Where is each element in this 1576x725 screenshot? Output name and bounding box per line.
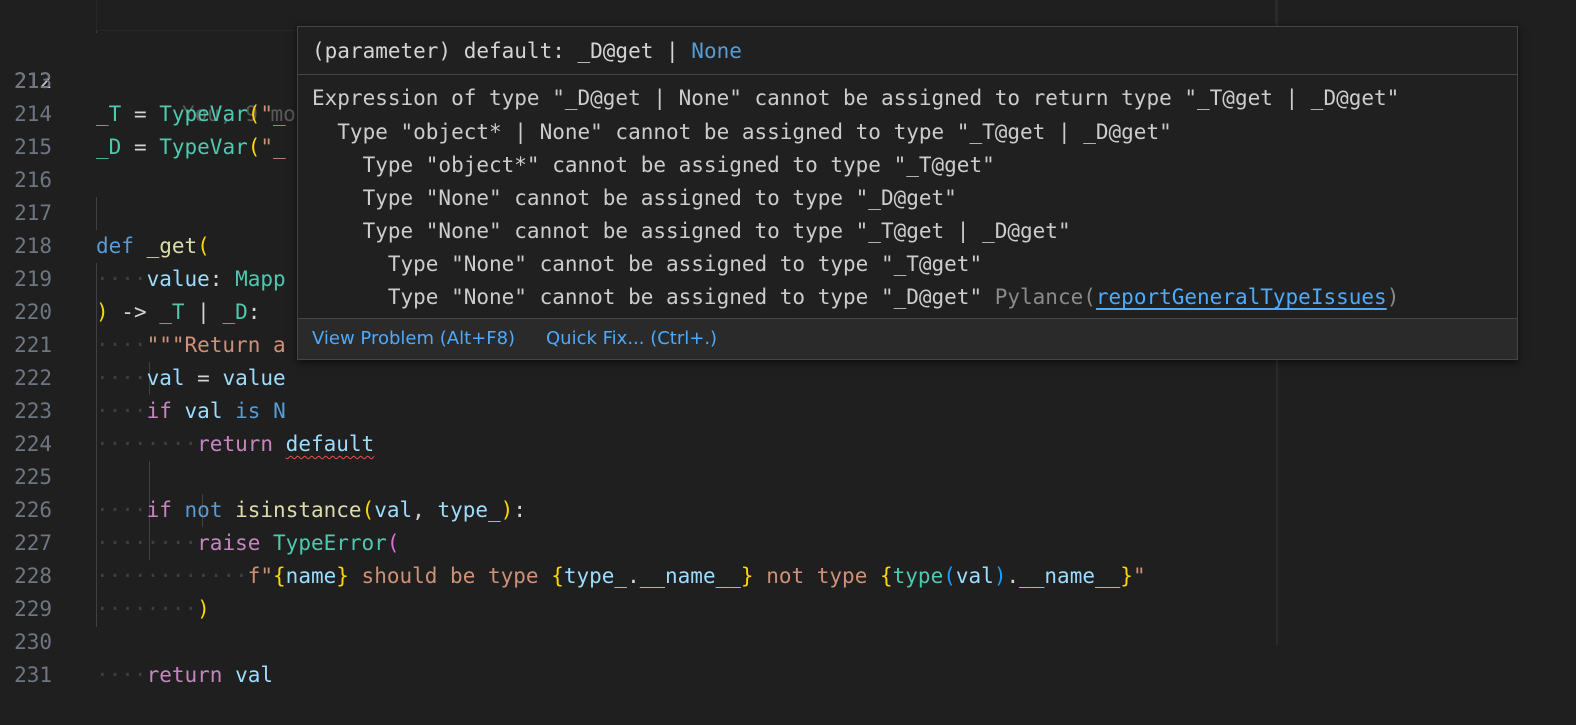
diagnostic-source: Pylance( [982,285,1096,309]
diagnostic-code-link[interactable]: reportGeneralTypeIssues [1096,285,1387,309]
line-number: 231 [14,663,52,687]
code-line[interactable]: 229 [0,560,1576,621]
diagnostic-message: Type "object*" cannot be assigned to typ… [312,153,995,177]
quick-fix-link[interactable]: Quick Fix... (Ctrl+.) [546,319,717,359]
code-text: ····return val [96,663,274,687]
hover-separator [298,74,1517,75]
diagnostic-message: Type "None" cannot be assigned to type "… [312,285,1400,309]
diagnostic-message: Type "None" cannot be assigned to type "… [312,219,1071,243]
code-line[interactable]: 223 ········return default [0,362,1576,456]
code-line[interactable]: 231 [0,626,1576,687]
diagnostic-message: Type "None" cannot be assigned to type "… [312,252,983,276]
code-line[interactable]: 226 ········raise TypeError( [0,461,1576,555]
view-problem-link[interactable]: View Problem (Alt+F8) [312,319,515,359]
code-line[interactable]: 225 ····if not isinstance(val, type_): [0,428,1576,522]
code-line[interactable]: 224 [0,395,1576,456]
diagnostic-message: Type "object* | None" cannot be assigned… [312,120,1172,144]
diagnostic-message: Expression of type "_D@get | None" canno… [312,86,1400,110]
hover-tooltip[interactable]: (parameter) default: _D@get | None Expre… [297,26,1518,360]
code-line[interactable]: 227 ············f"{name} should be type … [0,494,1576,588]
code-line[interactable]: 228 ········) [0,527,1576,621]
hover-actions-bar: View Problem (Alt+F8) Quick Fix... (Ctrl… [298,318,1517,359]
hover-signature: (parameter) default: _D@get | None [312,39,742,63]
code-line[interactable]: 230 ····return val [0,593,1576,687]
diagnostic-message: Type "None" cannot be assigned to type "… [312,186,957,210]
